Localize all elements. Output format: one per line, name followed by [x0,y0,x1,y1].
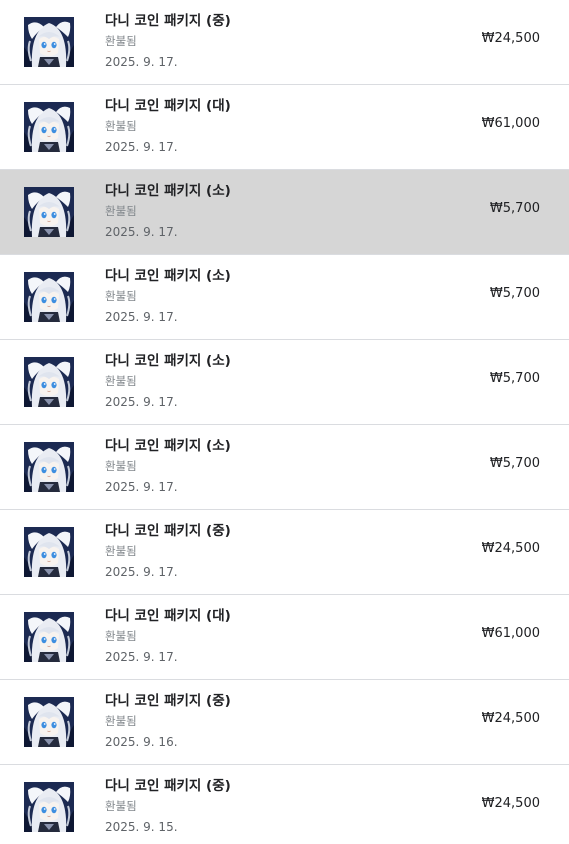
refund-status: 환불됨 [105,119,137,133]
anime-character-avatar-icon [24,782,74,832]
anime-character-avatar-icon [24,102,74,152]
purchase-row[interactable]: 다니 코인 패키지 (소) 환불됨 2025. 9. 17. ₩5,700 [0,170,569,255]
refund-status: 환불됨 [105,714,137,728]
product-price: ₩5,700 [489,286,540,301]
purchase-row[interactable]: 다니 코인 패키지 (소) 환불됨 2025. 9. 17. ₩5,700 [0,425,569,510]
anime-character-avatar-icon [24,187,74,237]
purchase-date: 2025. 9. 17. [105,55,178,69]
purchase-history-list: 다니 코인 패키지 (중) 환불됨 2025. 9. 17. ₩24,500 다… [0,0,569,844]
product-price: ₩61,000 [481,116,540,131]
refund-status: 환불됨 [105,34,137,48]
product-title: 다니 코인 패키지 (소) [105,353,231,369]
purchase-date: 2025. 9. 17. [105,565,178,579]
purchase-row[interactable]: 다니 코인 패키지 (중) 환불됨 2025. 9. 15. ₩24,500 [0,765,569,844]
refund-status: 환불됨 [105,629,137,643]
anime-character-avatar-icon [24,612,74,662]
product-price: ₩24,500 [481,796,540,811]
product-title: 다니 코인 패키지 (중) [105,693,231,709]
purchase-row[interactable]: 다니 코인 패키지 (대) 환불됨 2025. 9. 17. ₩61,000 [0,85,569,170]
purchase-date: 2025. 9. 17. [105,310,178,324]
product-price: ₩24,500 [481,31,540,46]
purchase-row[interactable]: 다니 코인 패키지 (중) 환불됨 2025. 9. 17. ₩24,500 [0,510,569,595]
refund-status: 환불됨 [105,204,137,218]
purchase-date: 2025. 9. 17. [105,650,178,664]
anime-character-avatar-icon [24,17,74,67]
product-title: 다니 코인 패키지 (중) [105,523,231,539]
product-title: 다니 코인 패키지 (대) [105,98,231,114]
anime-character-avatar-icon [24,272,74,322]
refund-status: 환불됨 [105,544,137,558]
anime-character-avatar-icon [24,697,74,747]
product-title: 다니 코인 패키지 (중) [105,778,231,794]
purchase-date: 2025. 9. 17. [105,225,178,239]
purchase-row[interactable]: 다니 코인 패키지 (대) 환불됨 2025. 9. 17. ₩61,000 [0,595,569,680]
refund-status: 환불됨 [105,799,137,813]
product-price: ₩24,500 [481,711,540,726]
purchase-date: 2025. 9. 17. [105,480,178,494]
purchase-row[interactable]: 다니 코인 패키지 (소) 환불됨 2025. 9. 17. ₩5,700 [0,340,569,425]
product-title: 다니 코인 패키지 (소) [105,183,231,199]
purchase-row[interactable]: 다니 코인 패키지 (중) 환불됨 2025. 9. 16. ₩24,500 [0,680,569,765]
product-price: ₩5,700 [489,201,540,216]
anime-character-avatar-icon [24,527,74,577]
anime-character-avatar-icon [24,442,74,492]
product-price: ₩5,700 [489,371,540,386]
product-title: 다니 코인 패키지 (중) [105,13,231,29]
product-price: ₩61,000 [481,626,540,641]
product-price: ₩24,500 [481,541,540,556]
refund-status: 환불됨 [105,289,137,303]
product-title: 다니 코인 패키지 (소) [105,438,231,454]
product-title: 다니 코인 패키지 (대) [105,608,231,624]
product-title: 다니 코인 패키지 (소) [105,268,231,284]
product-price: ₩5,700 [489,456,540,471]
anime-character-avatar-icon [24,357,74,407]
refund-status: 환불됨 [105,459,137,473]
purchase-row[interactable]: 다니 코인 패키지 (소) 환불됨 2025. 9. 17. ₩5,700 [0,255,569,340]
purchase-row[interactable]: 다니 코인 패키지 (중) 환불됨 2025. 9. 17. ₩24,500 [0,0,569,85]
purchase-date: 2025. 9. 16. [105,735,178,749]
purchase-date: 2025. 9. 15. [105,820,178,834]
refund-status: 환불됨 [105,374,137,388]
purchase-date: 2025. 9. 17. [105,395,178,409]
purchase-date: 2025. 9. 17. [105,140,178,154]
